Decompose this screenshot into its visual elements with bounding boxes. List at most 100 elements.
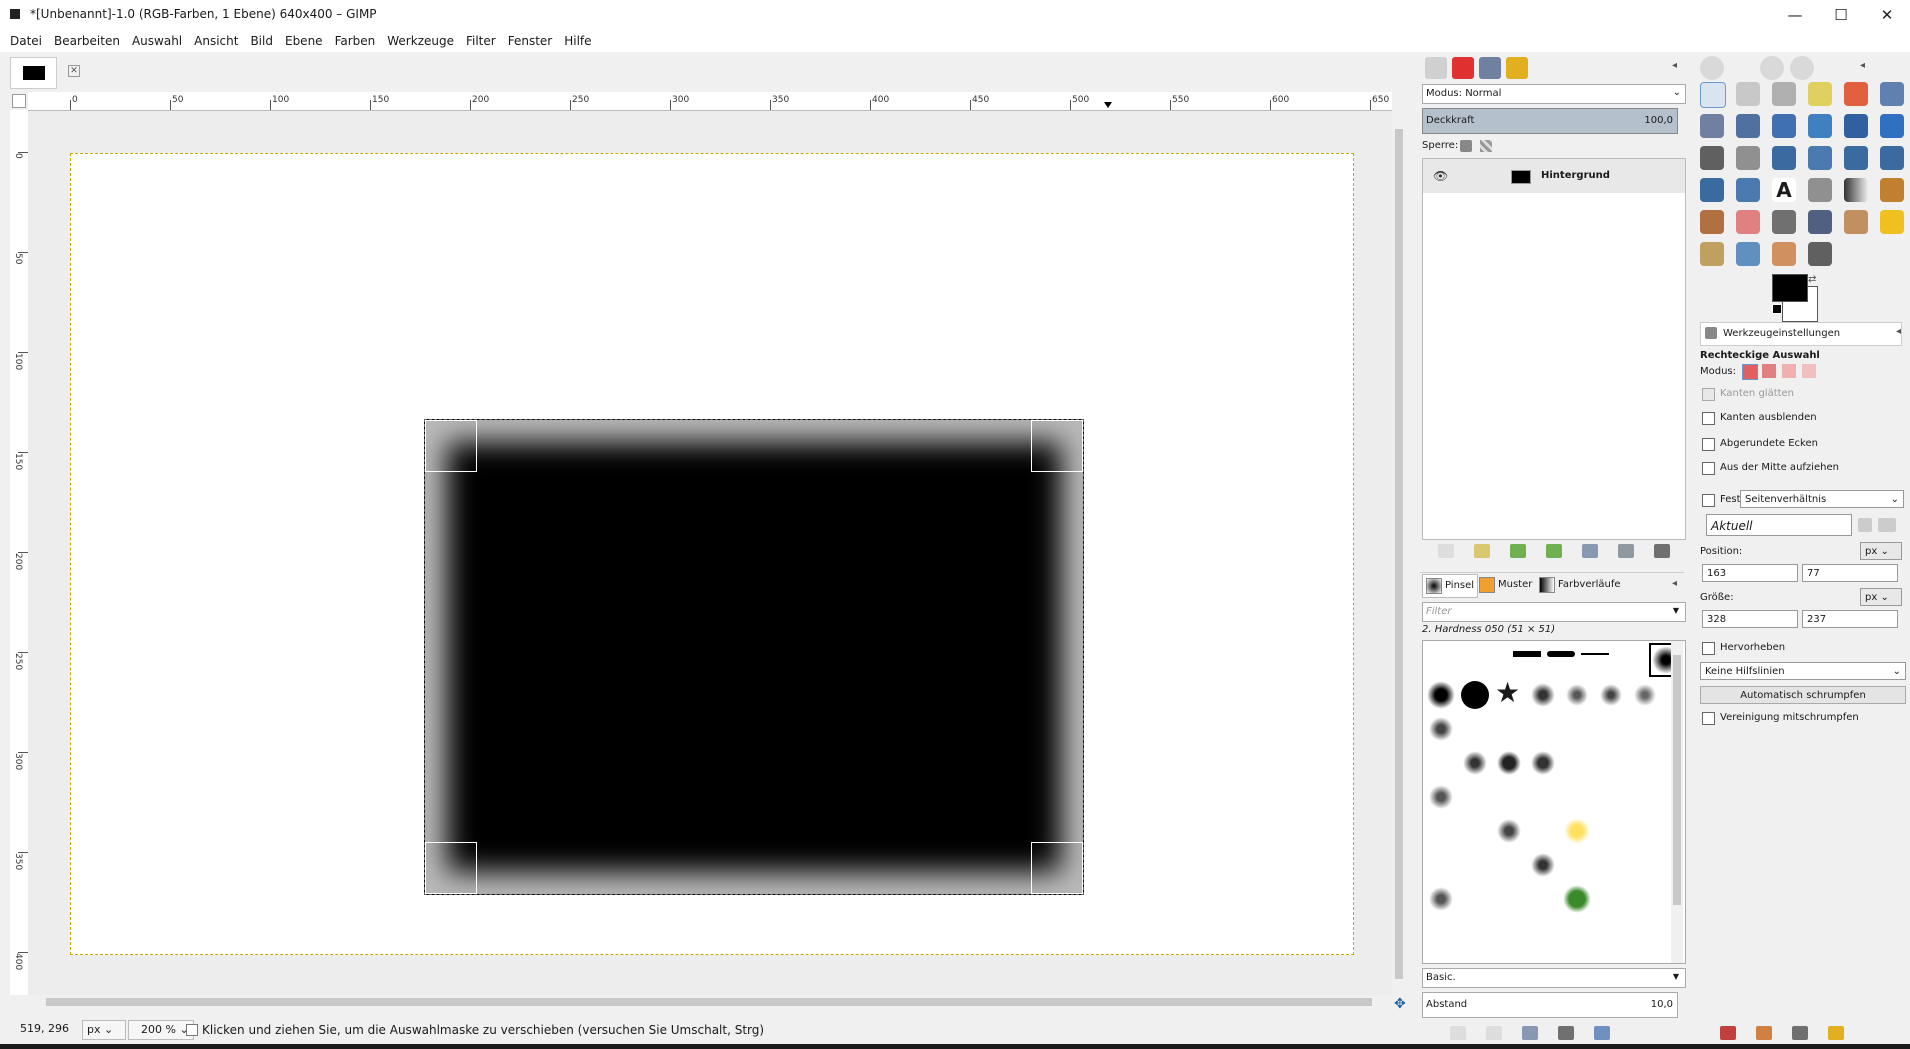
brush-item[interactable] [1427,885,1455,913]
measure-tool-icon[interactable] [1844,114,1868,138]
reset-tool-options-icon[interactable] [1828,1026,1844,1040]
brush-item[interactable] [1581,653,1609,655]
minimize-button[interactable]: — [1772,0,1818,30]
brush-item[interactable] [1529,681,1557,709]
mode-add-icon[interactable] [1762,364,1776,378]
layer-row[interactable]: 👁 Hintergrund [1423,159,1685,193]
blur-tool-icon[interactable] [1736,242,1760,266]
cancel-icon[interactable] [186,1024,198,1036]
mode-replace-icon[interactable] [1742,364,1758,380]
brush-item[interactable] [1513,651,1541,657]
clone-tool-icon[interactable] [1844,210,1868,234]
scissors-tool-icon[interactable] [1880,82,1904,106]
unit-select[interactable]: px ⌄ [82,1020,126,1040]
pencil-tool-icon[interactable] [1880,178,1904,202]
size-unit-select[interactable]: px ⌄ [1860,588,1902,606]
guides-select[interactable]: Keine Hilfslinien ⌄ [1700,662,1906,680]
menu-ansicht[interactable]: Ansicht [188,30,244,52]
text-tool-icon[interactable]: A [1772,178,1796,202]
menu-bearbeiten[interactable]: Bearbeiten [48,30,126,52]
perspective-clone-tool-icon[interactable] [1700,242,1724,266]
size-width-input[interactable]: 328 [1702,610,1798,628]
delete-brush-icon[interactable] [1558,1026,1574,1040]
rect-select-tool-icon[interactable] [1700,82,1726,108]
perspective-tool-icon[interactable] [1880,146,1904,170]
landscape-icon[interactable] [1878,518,1896,532]
brush-pepper-item[interactable] [1563,885,1591,913]
horizontal-scrollbar[interactable] [28,995,1392,1009]
close-button[interactable]: ✕ [1864,0,1910,30]
lower-layer-icon[interactable] [1546,544,1562,558]
tab-gradients[interactable]: Farbverläufe [1536,574,1621,596]
paintbrush-tool-icon[interactable] [1700,210,1724,234]
fuzzy-select-tool-icon[interactable] [1808,82,1832,106]
menu-werkzeuge[interactable]: Werkzeuge [381,30,460,52]
selection-handle-bottom-left[interactable] [425,842,477,894]
dock-menu-icon[interactable]: ◂ [1672,578,1677,589]
foreground-select-tool-icon[interactable] [1700,114,1724,138]
lock-pixels-icon[interactable] [1460,140,1472,152]
canvas-area[interactable] [28,111,1392,995]
rounded-checkbox[interactable] [1702,438,1715,451]
ellipse-select-tool-icon[interactable] [1736,82,1760,106]
brush-item[interactable] [1597,681,1625,709]
brush-item[interactable] [1427,783,1455,811]
paths-tab-icon[interactable] [1479,57,1501,79]
image-tab-thumbnail[interactable] [10,57,57,89]
cage-transform-tool-icon[interactable] [1736,178,1760,202]
foreground-color-swatch[interactable] [1772,274,1808,302]
position-x-input[interactable]: 163 [1702,564,1798,582]
highlight-checkbox[interactable] [1702,642,1715,655]
brush-preset-select[interactable]: Basic. ▼ [1422,968,1686,988]
new-layer-icon[interactable] [1438,544,1454,558]
close-tab-icon[interactable]: ✕ [68,65,80,77]
selection-handle-top-right[interactable] [1031,420,1083,472]
brush-item[interactable] [1563,681,1591,709]
menu-fenster[interactable]: Fenster [502,30,559,52]
brush-item[interactable] [1427,715,1455,743]
position-y-input[interactable]: 77 [1802,564,1898,582]
new-brush-icon[interactable] [1486,1026,1502,1040]
refresh-brushes-icon[interactable] [1594,1026,1610,1040]
portrait-icon[interactable] [1858,518,1872,532]
dock-menu-icon[interactable]: ◂ [1896,326,1901,337]
brush-item[interactable] [1563,817,1591,845]
heal-tool-icon[interactable] [1880,210,1904,234]
brush-item[interactable] [1461,681,1489,709]
horizontal-scroll-thumb[interactable] [46,998,1372,1006]
position-unit-select[interactable]: px ⌄ [1860,542,1902,560]
opacity-slider[interactable]: Deckkraft 100,0 [1422,108,1678,134]
color-picker-tool-icon[interactable] [1772,114,1796,138]
fixed-select[interactable]: Seitenverhältnis ⌄ [1740,490,1904,508]
fixed-checkbox[interactable] [1702,494,1715,507]
tab-patterns[interactable]: Muster [1476,574,1534,596]
menu-farben[interactable]: Farben [329,30,382,52]
feather-checkbox[interactable] [1702,412,1715,425]
menu-auswahl[interactable]: Auswahl [126,30,188,52]
brush-item[interactable] [1495,749,1523,777]
brush-item[interactable] [1547,651,1575,657]
paths-tool-icon[interactable] [1736,114,1760,138]
duplicate-layer-icon[interactable] [1582,544,1598,558]
airbrush-tool-icon[interactable] [1772,210,1796,234]
free-select-tool-icon[interactable] [1772,82,1796,106]
new-layer-group-icon[interactable] [1474,544,1490,558]
menu-ebene[interactable]: Ebene [279,30,329,52]
antialias-checkbox[interactable] [1702,388,1715,401]
undo-history-tab-icon[interactable] [1506,57,1528,79]
rectangle-selection[interactable] [424,419,1084,895]
aspect-input[interactable]: Aktuell [1706,514,1852,536]
menu-hilfe[interactable]: Hilfe [558,30,597,52]
eye-icon[interactable]: 👁 [1433,169,1448,183]
edit-brush-icon[interactable] [1450,1026,1466,1040]
delete-tool-preset-icon[interactable] [1792,1026,1808,1040]
brush-grid[interactable]: ★ [1422,640,1686,964]
delete-layer-icon[interactable] [1654,544,1670,558]
menu-bild[interactable]: Bild [244,30,279,52]
dodge-burn-tool-icon[interactable] [1808,242,1832,266]
shrink-merged-checkbox[interactable] [1702,712,1715,725]
restore-tool-preset-icon[interactable] [1756,1026,1772,1040]
layer-mode-select[interactable]: Modus: Normal ⌄ [1422,84,1686,104]
zoom-tool-icon[interactable] [1808,114,1832,138]
raise-layer-icon[interactable] [1510,544,1526,558]
